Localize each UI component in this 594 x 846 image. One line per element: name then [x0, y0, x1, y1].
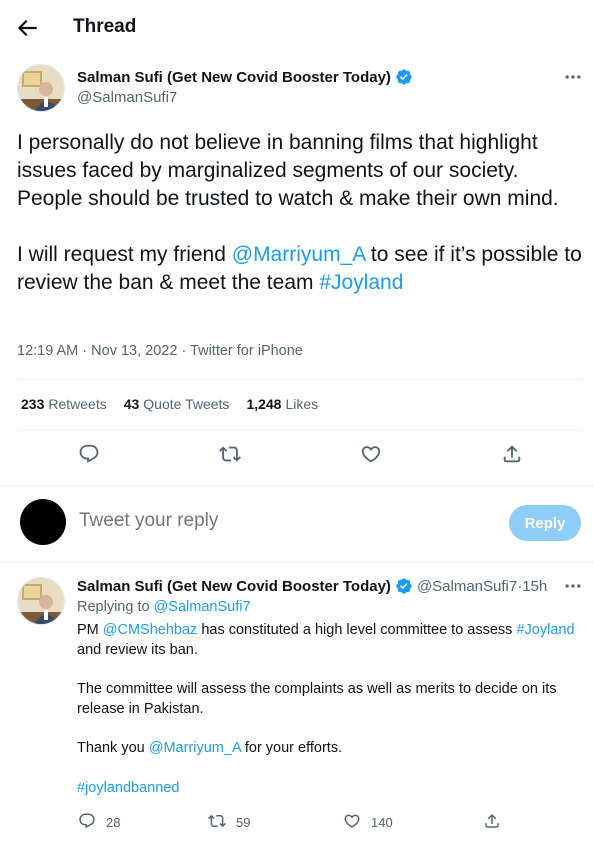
retweet-count: 59	[236, 815, 251, 830]
like-action[interactable]: 140	[343, 812, 393, 833]
retweet-action[interactable]: 59	[208, 812, 250, 833]
verified-badge-icon	[395, 577, 413, 595]
retweet-icon	[208, 812, 226, 833]
quotes-stat[interactable]: 43 Quote Tweets	[124, 396, 230, 412]
tweet-date[interactable]: Nov 13, 2022	[91, 343, 177, 359]
reply-icon[interactable]	[78, 443, 100, 465]
tweet-paragraph: I personally do not believe in banning f…	[17, 131, 559, 210]
share-icon	[483, 812, 501, 833]
likes-stat[interactable]: 1,248 Likes	[246, 396, 318, 412]
tweet-paragraph: #joylandbanned	[77, 779, 582, 799]
reply-button[interactable]: Reply	[509, 505, 581, 541]
mention-link[interactable]: @CMShehbaz	[103, 622, 198, 638]
verified-badge-icon	[395, 68, 413, 86]
author-name[interactable]: Salman Sufi (Get New Covid Booster Today…	[77, 69, 391, 86]
tweet-time[interactable]: 15h	[522, 578, 547, 595]
text-segment: for your efforts.	[240, 740, 343, 756]
retweet-icon[interactable]	[219, 443, 241, 465]
tweet-paragraph: PM @CMShehbaz has constituted a high lev…	[77, 621, 582, 660]
share-icon[interactable]	[501, 443, 523, 465]
text-segment: I will request my friend	[17, 243, 232, 266]
like-icon	[343, 812, 361, 833]
hashtag-link[interactable]: #Joyland	[516, 622, 574, 638]
avatar[interactable]	[17, 577, 65, 625]
reply-action[interactable]: 28	[78, 812, 120, 833]
tweet-source[interactable]: Twitter for iPhone	[190, 343, 303, 359]
tweet-text: PM @CMShehbaz has constituted a high lev…	[77, 621, 582, 798]
text-segment: PM	[77, 622, 103, 638]
avatar[interactable]	[17, 64, 65, 112]
meta-separator: ·	[78, 343, 92, 359]
replying-to: Replying to @SalmanSufi7	[77, 599, 251, 615]
divider	[17, 430, 583, 431]
author-handle[interactable]: @SalmanSufi7	[77, 89, 177, 106]
retweets-stat[interactable]: 233 Retweets	[21, 396, 107, 412]
author-handle[interactable]: @SalmanSufi7	[417, 578, 517, 595]
more-icon[interactable]	[562, 575, 584, 597]
share-action[interactable]	[483, 812, 501, 833]
tweet-stats: 233 Retweets 43 Quote Tweets 1,248 Likes	[21, 396, 318, 412]
hashtag-link[interactable]: #Joyland	[319, 271, 403, 294]
divider	[0, 562, 594, 563]
page-title: Thread	[73, 16, 137, 37]
mention-link[interactable]: @Marriyum_A	[149, 740, 241, 756]
author-row: Salman Sufi (Get New Covid Booster Today…	[77, 577, 547, 595]
divider	[0, 485, 594, 486]
likes-count: 1,248	[246, 396, 282, 412]
text-segment: has constituted a high level committee t…	[197, 622, 517, 638]
text-segment: Thank you	[77, 740, 149, 756]
tweet-time[interactable]: 12:19 AM	[17, 343, 78, 359]
back-arrow-icon[interactable]	[14, 15, 40, 41]
more-icon[interactable]	[562, 66, 584, 88]
replying-to-label: Replying to	[77, 599, 154, 615]
tweet-paragraph: I will request my friend @Marriyum_A to …	[17, 241, 582, 297]
hashtag-link[interactable]: #joylandbanned	[77, 780, 179, 796]
tweet-text: I personally do not believe in banning f…	[17, 129, 582, 297]
author-row: Salman Sufi (Get New Covid Booster Today…	[77, 68, 413, 86]
reply-icon	[78, 812, 96, 833]
reply-count: 28	[106, 815, 121, 830]
author-name[interactable]: Salman Sufi (Get New Covid Booster Today…	[77, 578, 391, 595]
retweets-label: Retweets	[48, 396, 107, 412]
tweet-meta: 12:19 AM · Nov 13, 2022 · Twitter for iP…	[17, 343, 303, 359]
quotes-label: Quote Tweets	[143, 396, 230, 412]
text-segment: and review its ban.	[77, 641, 198, 658]
divider	[17, 379, 583, 380]
mention-link[interactable]: @Marriyum_A	[232, 243, 365, 266]
likes-label: Likes	[285, 396, 319, 412]
retweets-count: 233	[21, 396, 45, 412]
avatar[interactable]	[20, 499, 66, 545]
tweet-paragraph: The committee will assess the complaints…	[77, 681, 557, 717]
meta-separator: ·	[177, 343, 191, 359]
reply-input[interactable]	[79, 510, 379, 532]
like-count: 140	[371, 815, 393, 830]
like-icon[interactable]	[360, 443, 382, 465]
mention-link[interactable]: @SalmanSufi7	[154, 599, 251, 615]
tweet-paragraph: Thank you @Marriyum_A for your efforts.	[77, 739, 582, 759]
quotes-count: 43	[123, 396, 140, 412]
